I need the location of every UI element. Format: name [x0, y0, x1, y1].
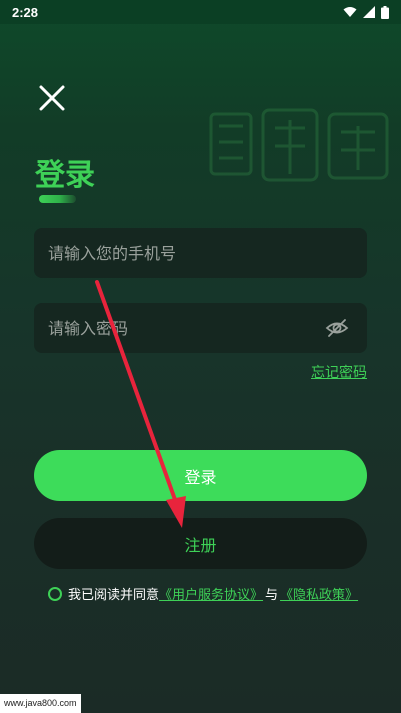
status-icons [343, 5, 389, 19]
status-bar: 2:28 [0, 0, 401, 24]
site-watermark: www.java800.com [0, 694, 81, 713]
wifi-icon [343, 7, 357, 17]
phone-field[interactable] [34, 228, 367, 278]
register-button[interactable]: 注册 [34, 518, 367, 569]
agreement-prefix: 我已阅读并同意 [68, 588, 160, 603]
login-button[interactable]: 登录 [34, 450, 367, 501]
password-input[interactable] [48, 318, 353, 338]
phone-input[interactable] [48, 243, 353, 263]
agreement-row: 我已阅读并同意 《用户服务协议》 与 《隐私政策》 [48, 584, 358, 603]
title-underline [39, 195, 76, 203]
status-time: 2:28 [12, 4, 39, 20]
user-agreement-link[interactable]: 《用户服务协议》 [159, 584, 263, 603]
page-title: 登录 [35, 158, 95, 193]
app-logo-watermark [205, 96, 395, 196]
battery-icon [381, 5, 389, 19]
forgot-password-link[interactable]: 忘记密码 [311, 362, 367, 382]
password-field[interactable] [34, 303, 367, 353]
close-button[interactable] [34, 80, 70, 116]
eye-off-icon[interactable] [325, 316, 349, 340]
signal-icon [363, 6, 375, 18]
close-icon [39, 85, 65, 111]
agreement-separator: 与 [265, 588, 279, 603]
agreement-checkbox[interactable] [48, 586, 62, 601]
privacy-policy-link[interactable]: 《隐私政策》 [280, 584, 358, 603]
